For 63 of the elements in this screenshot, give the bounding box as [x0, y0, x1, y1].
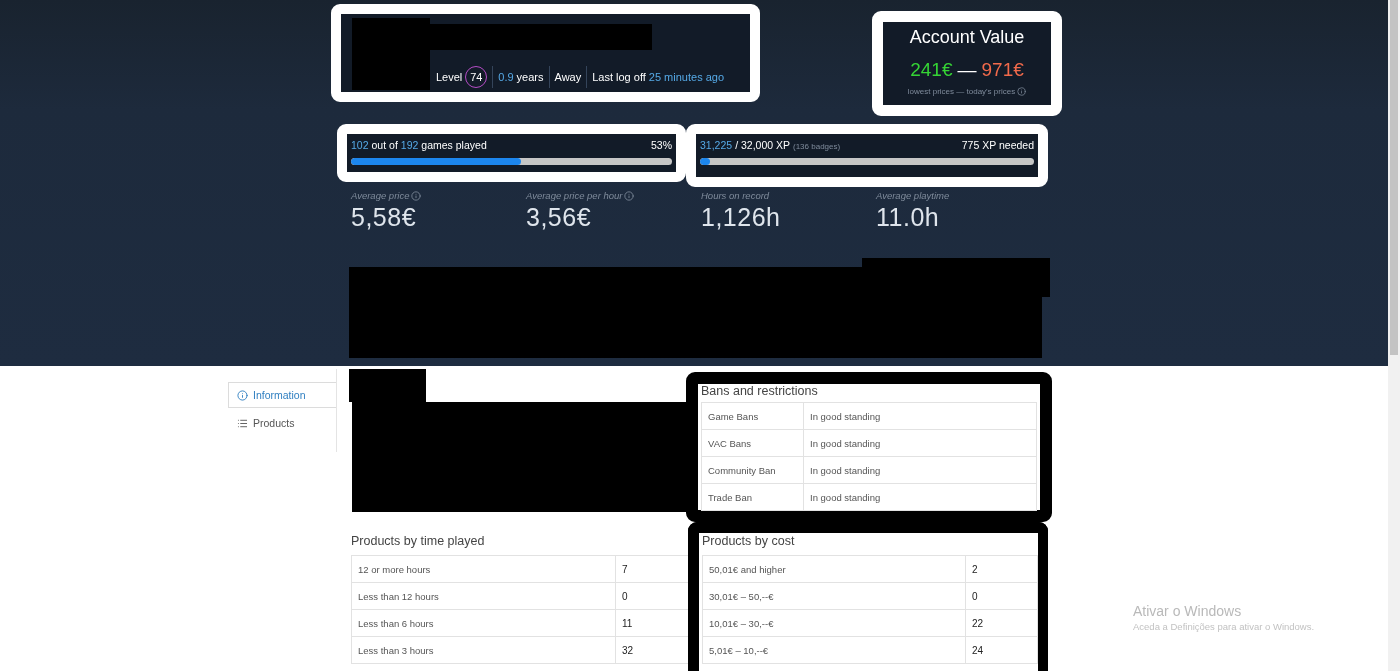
games-played-count: 102 [351, 139, 369, 151]
info-icon[interactable] [624, 190, 635, 201]
xp-current: 31,225 [700, 139, 733, 151]
last-logoff-label: Last log off [592, 71, 646, 83]
stat-value: 3,56€ [526, 203, 592, 232]
ban-type-cell: Community Ban [702, 457, 804, 484]
status-text: Away [554, 71, 582, 83]
stat-label: Hours on record [701, 190, 770, 201]
table-cell: 7 [616, 556, 690, 583]
games-played-label: games played [421, 139, 487, 151]
years-label: years [516, 71, 544, 83]
level-label: Level [436, 71, 463, 83]
stat-label: Average price per hour [526, 190, 623, 201]
table-cell: 11 [616, 610, 690, 637]
table-cell: 2 [966, 556, 1038, 583]
todays-price-value: 971€ [981, 59, 1024, 81]
scrollbar-thumb[interactable] [1390, 0, 1398, 355]
table-cell: Less than 12 hours [352, 583, 616, 610]
info-icon [237, 389, 248, 401]
table-cell: 12 or more hours [352, 556, 616, 583]
info-icon[interactable] [1017, 87, 1027, 96]
table-cell: 5,01€ – 10,--€ [703, 637, 966, 664]
section-title: Products by cost [702, 534, 796, 548]
stat-value: 5,58€ [351, 203, 417, 232]
years-value: 0.9 [498, 71, 514, 83]
info-icon[interactable] [411, 190, 422, 201]
ban-status-cell: In good standing [804, 484, 1037, 511]
ban-status-cell: In good standing [804, 457, 1037, 484]
ban-status-cell: In good standing [804, 403, 1037, 430]
ban-type-cell: Trade Ban [702, 484, 804, 511]
games-percent: 53% [651, 139, 672, 151]
table-cell: 24 [966, 637, 1038, 664]
badge-count: (136 badges) [793, 142, 841, 151]
section-title: Bans and restrictions [701, 384, 819, 398]
xp-target: / 32,000 XP [735, 139, 790, 151]
stat-value: 1,126h [701, 203, 781, 232]
table-cell: 10,01€ – 30,--€ [703, 610, 966, 637]
xp-needed: 775 XP needed [961, 139, 1034, 151]
table-cell: 30,01€ – 50,--€ [703, 583, 966, 610]
price-caption: lowest prices — today's prices [907, 87, 1016, 96]
ban-status-cell: In good standing [804, 430, 1037, 457]
table-cell: Less than 6 hours [352, 610, 616, 637]
table-cell: 50,01€ and higher [703, 556, 966, 583]
table-cell: 32 [616, 637, 690, 664]
sidebar-tab[interactable]: Information [228, 382, 336, 408]
ban-type-cell: VAC Bans [702, 430, 804, 457]
stat-label: Average price [351, 190, 410, 201]
stat-label: Average playtime [876, 190, 950, 201]
table-cell: Less than 3 hours [352, 637, 616, 664]
table-cell: 0 [616, 583, 690, 610]
section-title: Products by time played [351, 534, 486, 548]
lowest-price-value: 241€ [910, 59, 953, 81]
ban-type-cell: Game Bans [702, 403, 804, 430]
list-icon [237, 417, 248, 429]
games-connector-text: out of [371, 139, 398, 151]
activation-notice-title: Ativar o Windows [1133, 603, 1243, 619]
stat-value: 11.0h [876, 203, 940, 232]
last-logoff-time: 25 minutes ago [648, 71, 725, 83]
table-cell: 0 [966, 583, 1038, 610]
range-separator: — [957, 59, 977, 81]
table-cell: 22 [966, 610, 1038, 637]
games-total-count: 192 [400, 139, 419, 151]
account-value-title: Account Value [908, 27, 1026, 48]
